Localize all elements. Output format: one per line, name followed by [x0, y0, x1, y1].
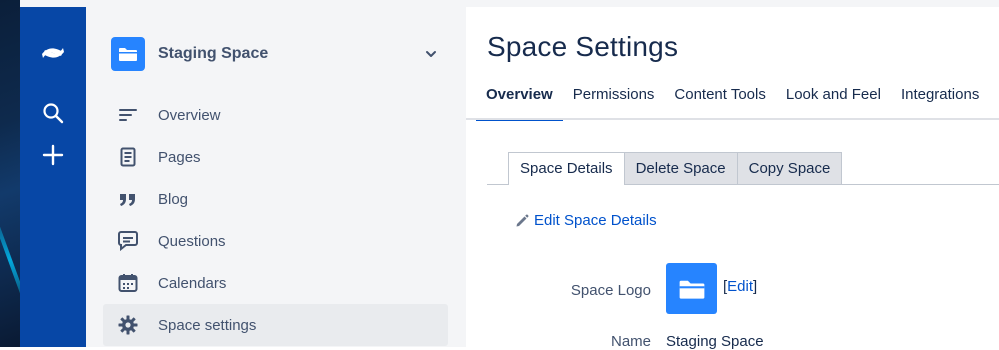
tab-integrations[interactable]: Integrations [891, 80, 989, 118]
space-name: Staging Space [158, 45, 269, 62]
search-icon[interactable] [20, 98, 86, 128]
space-logo-label: Space Logo [570, 282, 651, 299]
global-nav [20, 7, 86, 347]
name-value: Staging Space [666, 333, 764, 350]
sidebar-item-pages[interactable]: Pages [103, 136, 448, 178]
sidebar-item-label: Calendars [158, 274, 227, 292]
sidebar-item-label: Space settings [158, 316, 257, 334]
sidebar-item-overview[interactable]: Overview [103, 94, 448, 136]
name-label: Name [610, 333, 651, 350]
subtab-space-details[interactable]: Space Details [508, 152, 625, 185]
subtab-copy-space[interactable]: Copy Space [736, 152, 843, 184]
main-content: Space Settings Overview Permissions Cont… [466, 7, 999, 350]
sidebar-item-blog[interactable]: Blog [103, 178, 448, 220]
tab-content-tools[interactable]: Content Tools [664, 80, 775, 118]
wallpaper-streak [0, 202, 20, 318]
edit-space-details-link[interactable]: Edit Space Details [515, 212, 657, 229]
space-avatar [111, 37, 145, 71]
sidebar-item-label: Blog [158, 190, 189, 208]
quote-icon [117, 188, 139, 210]
page-icon [117, 146, 139, 168]
calendar-icon [117, 272, 139, 294]
tab-look-and-feel[interactable]: Look and Feel [776, 80, 891, 118]
tabs-divider [466, 118, 999, 120]
space-logo-image [666, 263, 717, 314]
settings-tabs: Overview Permissions Content Tools Look … [476, 80, 989, 121]
sidebar-item-space-settings[interactable]: Space settings [103, 304, 448, 346]
folder-icon [679, 280, 704, 299]
gear-icon [117, 314, 139, 336]
overview-subtabs: Space Details Delete Space Copy Space [508, 152, 843, 185]
sidebar-item-label: Questions [158, 232, 226, 250]
sidebar-item-label: Pages [158, 148, 201, 166]
sidebar-item-calendars[interactable]: Calendars [103, 262, 448, 304]
pencil-icon [515, 214, 529, 228]
space-sidebar: Staging Space Overview Pages Blog Questi… [86, 7, 466, 347]
bracket-close: ] [753, 278, 758, 295]
sidebar-item-questions[interactable]: Questions [103, 220, 448, 262]
confluence-logo-icon[interactable] [20, 38, 86, 68]
overview-lines-icon [117, 104, 139, 126]
edit-logo-link[interactable]: Edit [727, 278, 753, 295]
tab-overview[interactable]: Overview [476, 80, 563, 121]
edit-space-details-label: Edit Space Details [534, 212, 657, 229]
folder-icon [119, 48, 137, 61]
logo-edit-wrapper: [Edit] [723, 278, 757, 295]
page-title: Space Settings [487, 31, 679, 62]
plus-icon[interactable] [20, 140, 86, 170]
sidebar-item-label: Overview [158, 106, 221, 124]
desktop-wallpaper [0, 0, 20, 347]
tab-permissions[interactable]: Permissions [563, 80, 665, 118]
subtab-delete-space[interactable]: Delete Space [623, 152, 738, 184]
space-switcher[interactable]: Staging Space [111, 37, 441, 71]
chevron-down-icon[interactable] [421, 44, 441, 64]
question-bubble-icon [117, 230, 139, 252]
